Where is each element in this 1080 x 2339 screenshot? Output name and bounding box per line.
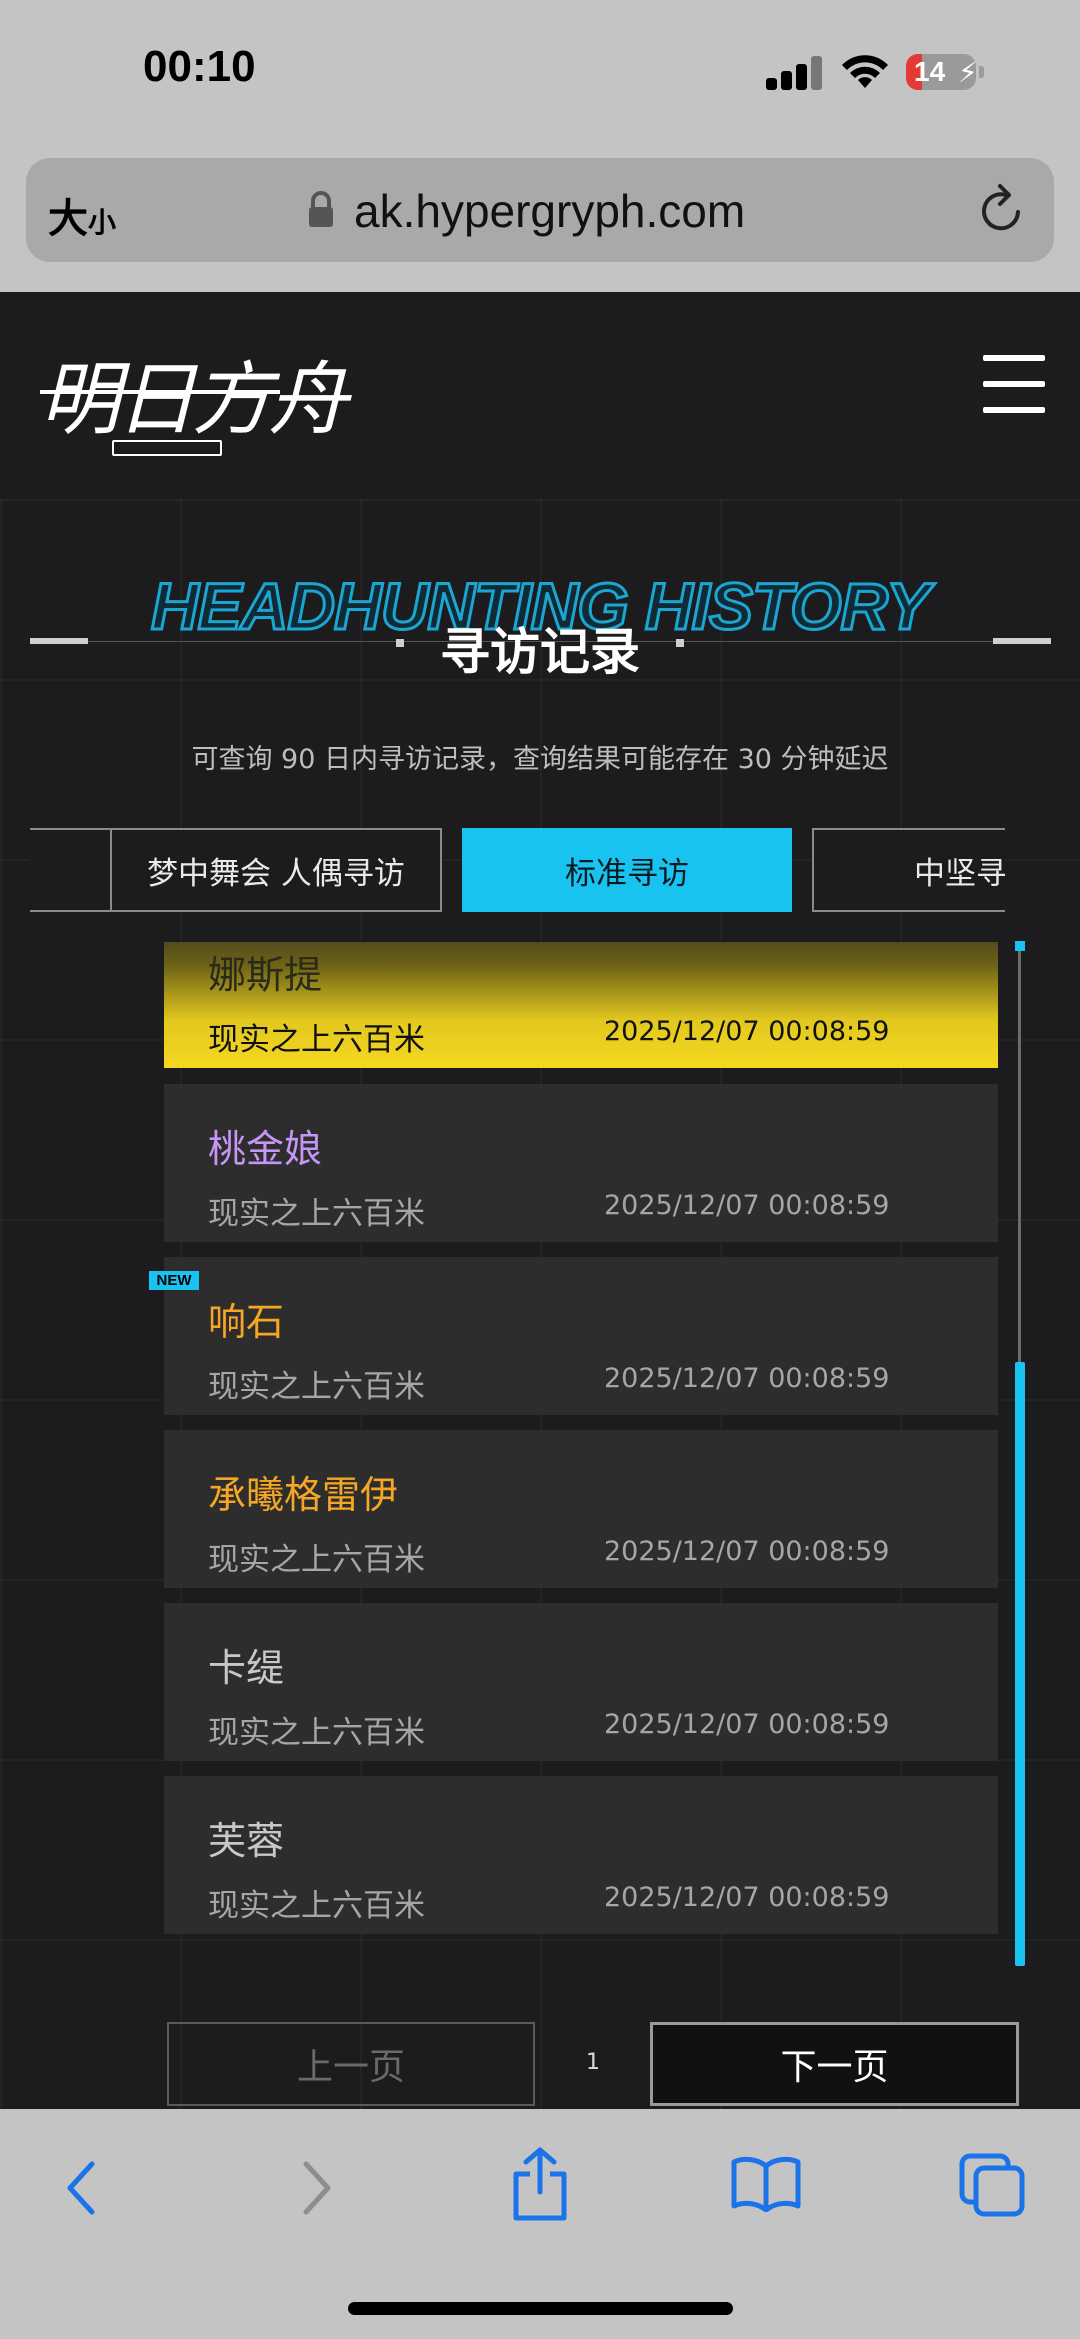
section-subtitle: 可查询 90 日内寻访记录，查询结果可能存在 30 分钟延迟 <box>191 744 889 775</box>
tab-dream-ball[interactable]: 梦中舞会 人偶寻访 <box>110 828 442 912</box>
home-indicator <box>348 2302 733 2315</box>
record-row: 桃金娘 现实之上六百米 2025/12/07 00:08:59 <box>164 1084 998 1242</box>
page-number: 1 <box>586 2050 600 2075</box>
record-pool: 现实之上六百米 <box>208 1196 425 1232</box>
record-row: 芙蓉 现实之上六百米 2025/12/07 00:08:59 <box>164 1776 998 1934</box>
operator-name: 卡缇 <box>208 1646 285 1690</box>
forward-icon[interactable] <box>294 2158 338 2218</box>
record-time: 2025/12/07 00:08:59 <box>604 1882 890 1913</box>
new-badge: NEW <box>149 1271 199 1290</box>
cellular-signal-icon <box>766 56 822 90</box>
logo-subplate <box>112 440 222 456</box>
back-icon[interactable] <box>60 2158 104 2218</box>
scrollbar-top-marker <box>1015 941 1025 951</box>
next-page-button[interactable]: 下一页 <box>650 2022 1019 2106</box>
section-title: 寻访记录 <box>440 623 640 681</box>
operator-name: 娜斯提 <box>208 953 323 997</box>
record-pool: 现实之上六百米 <box>208 1542 425 1578</box>
text-size-button[interactable]: 大小 <box>48 186 116 244</box>
tab-core[interactable]: 中坚寻访 <box>812 828 1005 912</box>
record-time: 2025/12/07 00:08:59 <box>604 1016 890 1047</box>
tabs-icon[interactable] <box>958 2152 1028 2218</box>
text-size-small: 小 <box>88 206 117 239</box>
menu-icon[interactable] <box>983 355 1045 415</box>
scrollbar-thumb[interactable] <box>1015 1362 1025 1966</box>
record-time: 2025/12/07 00:08:59 <box>604 1536 890 1567</box>
operator-name: 桃金娘 <box>208 1127 323 1171</box>
share-icon[interactable] <box>510 2146 570 2222</box>
record-pool: 现实之上六百米 <box>208 1888 425 1924</box>
url-text[interactable]: ak.hypergryph.com <box>354 184 745 238</box>
operator-name: 承曦格雷伊 <box>208 1473 399 1517</box>
record-time: 2025/12/07 00:08:59 <box>604 1363 890 1394</box>
record-row: 卡缇 现实之上六百米 2025/12/07 00:08:59 <box>164 1603 998 1761</box>
record-time: 2025/12/07 00:08:59 <box>604 1709 890 1740</box>
record-row: 娜斯提 现实之上六百米 2025/12/07 00:08:59 <box>164 942 998 1068</box>
bookmarks-icon[interactable] <box>730 2156 802 2212</box>
record-pool: 现实之上六百米 <box>208 1715 425 1751</box>
record-time: 2025/12/07 00:08:59 <box>604 1190 890 1221</box>
record-list[interactable]: 娜斯提 现实之上六百米 2025/12/07 00:08:59 桃金娘 现实之上… <box>164 942 1000 1952</box>
battery-cap <box>979 66 984 78</box>
prev-page-button[interactable]: 上一页 <box>167 2022 535 2106</box>
record-row: 响石 现实之上六百米 2025/12/07 00:08:59 <box>164 1257 998 1415</box>
operator-name: 响石 <box>208 1300 285 1344</box>
tab-prev-pool[interactable] <box>30 828 120 912</box>
record-row: 承曦格雷伊 现实之上六百米 2025/12/07 00:08:59 <box>164 1430 998 1588</box>
record-pool: 现实之上六百米 <box>208 1022 425 1058</box>
charging-bolt-icon: ⚡ <box>958 56 978 89</box>
text-size-big: 大 <box>48 196 88 242</box>
status-time: 00:10 <box>143 42 256 91</box>
wifi-icon <box>842 55 888 88</box>
record-pool: 现实之上六百米 <box>208 1369 425 1405</box>
operator-name: 芙蓉 <box>208 1819 285 1863</box>
battery-level: 14 <box>914 56 946 87</box>
reload-icon[interactable] <box>976 182 1028 238</box>
logo-underline <box>40 390 280 394</box>
lock-icon <box>309 191 333 227</box>
tab-standard[interactable]: 标准寻访 <box>462 828 792 912</box>
